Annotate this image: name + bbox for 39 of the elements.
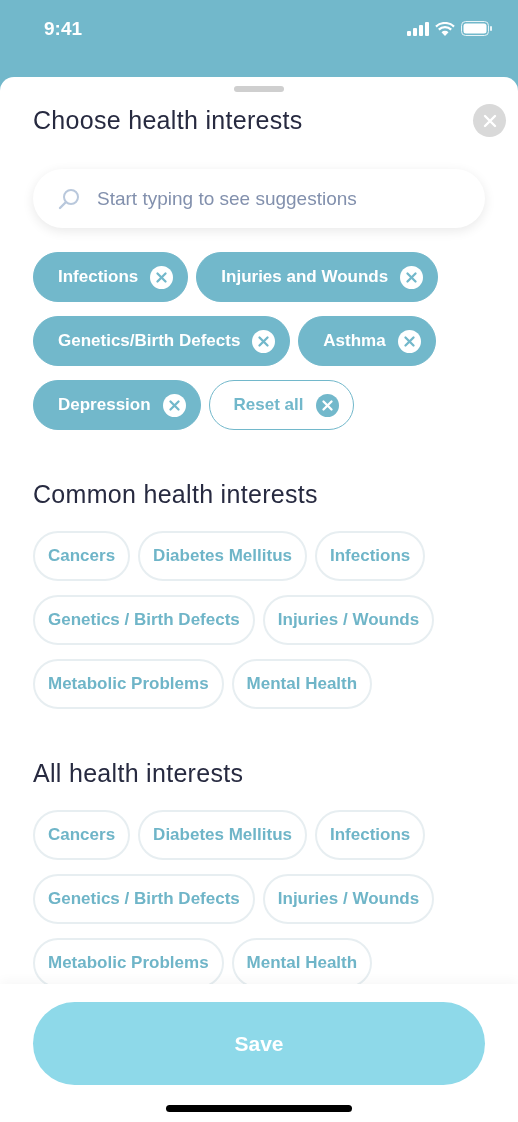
battery-icon	[461, 21, 492, 36]
interest-chip[interactable]: Mental Health	[231, 938, 373, 984]
selected-chip[interactable]: Infections	[33, 252, 189, 302]
signal-icon	[407, 21, 429, 36]
section-title: All health interests	[33, 759, 245, 788]
section-title: Common health interests	[33, 480, 319, 509]
interest-chip[interactable]: Metabolic Problems	[33, 938, 224, 984]
remove-icon	[400, 265, 424, 289]
interest-chip[interactable]: Injuries / Wounds	[262, 595, 435, 645]
interest-chip[interactable]: Diabetes Mellitus	[138, 810, 307, 860]
sheet-title: Choose health interests	[33, 106, 303, 135]
status-time: 9:41	[44, 18, 83, 40]
interest-chip[interactable]: Genetics / Birth Defects	[33, 595, 255, 645]
wifi-icon	[435, 21, 455, 36]
save-button[interactable]: Save	[33, 1002, 485, 1085]
interest-chip[interactable]: Cancers	[33, 531, 131, 581]
selected-chip[interactable]: Injuries and Wounds	[196, 252, 439, 302]
remove-icon	[150, 265, 174, 289]
remove-icon	[397, 329, 421, 353]
interest-chip[interactable]: Mental Health	[231, 659, 373, 709]
interest-chip[interactable]: Infections	[315, 531, 426, 581]
remove-icon	[315, 393, 339, 417]
remove-icon	[252, 329, 276, 353]
interest-chip[interactable]: Injuries / Wounds	[262, 874, 435, 924]
interest-chip[interactable]: Cancers	[33, 810, 131, 860]
selected-chip[interactable]: Depression	[33, 380, 201, 430]
reset-all-button[interactable]: Reset all	[208, 380, 354, 430]
selected-chip[interactable]: Genetics/Birth Defects	[33, 316, 291, 366]
selected-chip[interactable]: Asthma	[298, 316, 436, 366]
search-icon	[57, 186, 81, 211]
interest-chip[interactable]: Infections	[315, 810, 426, 860]
close-button[interactable]	[473, 104, 506, 137]
remove-icon	[162, 393, 186, 417]
drag-handle[interactable]	[234, 86, 284, 92]
interest-chip[interactable]: Diabetes Mellitus	[138, 531, 307, 581]
interest-chip[interactable]: Metabolic Problems	[33, 659, 224, 709]
interest-chip[interactable]: Genetics / Birth Defects	[33, 874, 255, 924]
search-field[interactable]: Start typing to see suggestions	[95, 186, 461, 211]
close-icon	[481, 112, 498, 129]
